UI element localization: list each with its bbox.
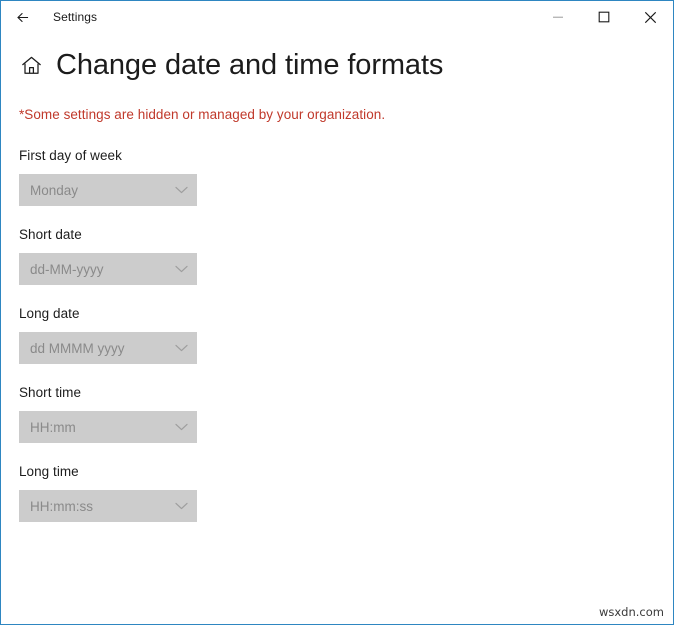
dropdown-short-time[interactable]: HH:mm xyxy=(19,411,197,443)
minimize-icon xyxy=(552,11,564,23)
dropdown-value-long-time: HH:mm:ss xyxy=(19,499,93,514)
window-controls xyxy=(535,1,673,33)
label-long-date: Long date xyxy=(19,306,673,321)
close-button[interactable] xyxy=(627,1,673,33)
field-long-time: Long time HH:mm:ss xyxy=(19,464,673,522)
label-short-time: Short time xyxy=(19,385,673,400)
dropdown-value-long-date: dd MMMM yyyy xyxy=(19,341,125,356)
chevron-down-icon xyxy=(175,332,188,364)
chevron-down-icon xyxy=(175,174,188,206)
dropdown-short-date[interactable]: dd-MM-yyyy xyxy=(19,253,197,285)
back-arrow-icon xyxy=(15,9,32,26)
label-long-time: Long time xyxy=(19,464,673,479)
minimize-button[interactable] xyxy=(535,1,581,33)
site-watermark: wsxdn.com xyxy=(599,605,664,619)
dropdown-value-short-time: HH:mm xyxy=(19,420,76,435)
chevron-down-icon xyxy=(175,253,188,285)
chevron-down-icon xyxy=(175,490,188,522)
organization-notice: *Some settings are hidden or managed by … xyxy=(19,107,673,122)
dropdown-value-short-date: dd-MM-yyyy xyxy=(19,262,104,277)
chevron-down-icon xyxy=(175,411,188,443)
label-first-day-of-week: First day of week xyxy=(19,148,673,163)
dropdown-first-day-of-week[interactable]: Monday xyxy=(19,174,197,206)
field-long-date: Long date dd MMMM yyyy xyxy=(19,306,673,364)
maximize-button[interactable] xyxy=(581,1,627,33)
dropdown-value-first-day-of-week: Monday xyxy=(19,183,78,198)
dropdown-long-time[interactable]: HH:mm:ss xyxy=(19,490,197,522)
settings-window: Settings xyxy=(0,0,674,625)
label-short-date: Short date xyxy=(19,227,673,242)
field-short-date: Short date dd-MM-yyyy xyxy=(19,227,673,285)
dropdown-long-date[interactable]: dd MMMM yyyy xyxy=(19,332,197,364)
page-title: Change date and time formats xyxy=(56,49,443,82)
title-bar: Settings xyxy=(1,1,673,33)
settings-content: *Some settings are hidden or managed by … xyxy=(1,82,673,522)
field-short-time: Short time HH:mm xyxy=(19,385,673,443)
back-button[interactable] xyxy=(1,1,45,33)
close-icon xyxy=(644,11,657,24)
maximize-icon xyxy=(598,11,610,23)
app-title: Settings xyxy=(53,10,97,24)
field-first-day-of-week: First day of week Monday xyxy=(19,148,673,206)
page-header: Change date and time formats xyxy=(1,49,673,82)
home-icon[interactable] xyxy=(18,53,44,79)
